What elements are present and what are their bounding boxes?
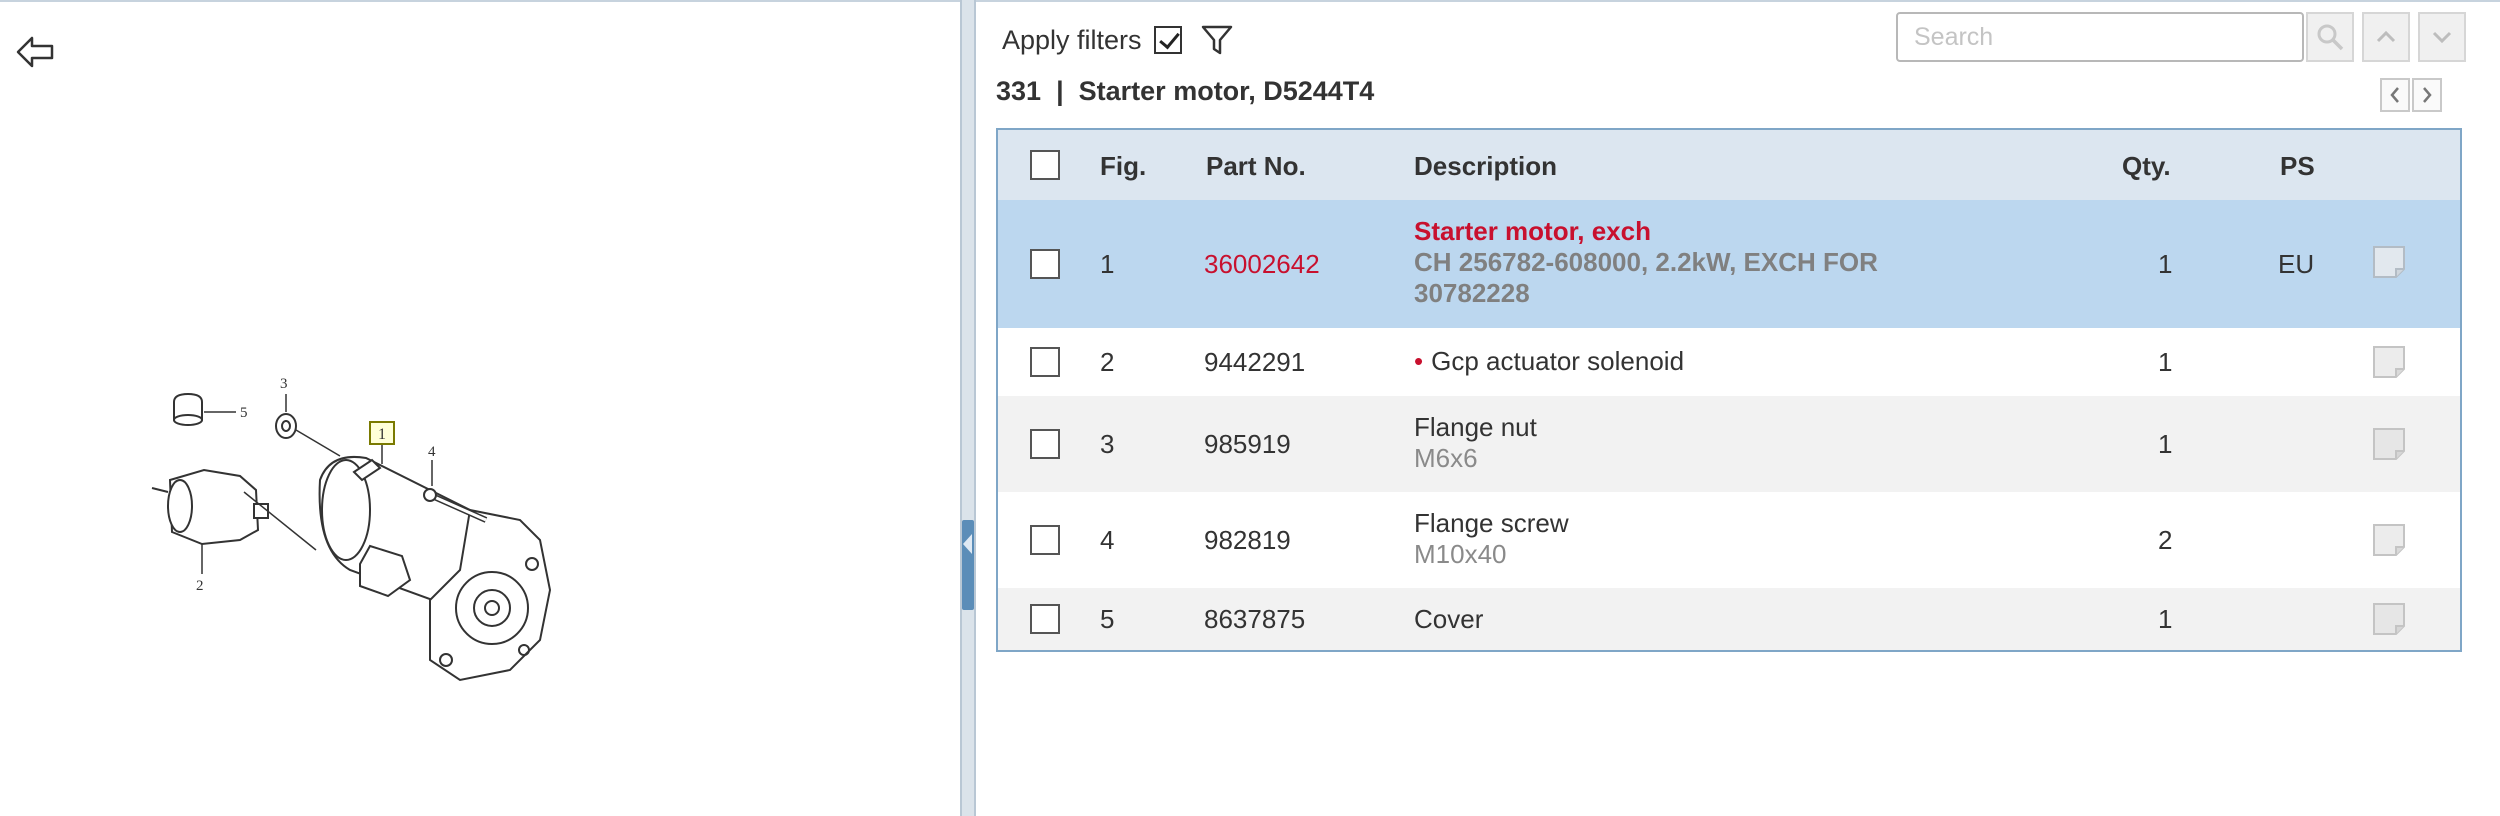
note-icon[interactable] [2372, 602, 2406, 636]
next-result-button[interactable] [2418, 12, 2466, 62]
row-fig: 1 [1100, 249, 1115, 279]
table-row[interactable]: 3 985919 Flange nut M6x6 1 [998, 396, 2460, 492]
row-checkbox[interactable] [1030, 249, 1060, 279]
row-description-detail-cont: 30782228 [1414, 278, 1530, 308]
row-description-title: Flange screw [1414, 508, 1569, 538]
row-description-detail: M10x40 [1414, 539, 1507, 569]
row-qty: 1 [2158, 347, 2173, 377]
note-icon[interactable] [2372, 245, 2406, 279]
panel-splitter[interactable] [960, 0, 976, 816]
row-description-title: Flange nut [1414, 412, 1537, 442]
filter-funnel-icon[interactable] [1200, 23, 1234, 57]
table-row[interactable]: 4 982819 Flange screw M10x40 2 [998, 492, 2460, 588]
chevron-down-icon [2432, 31, 2452, 44]
row-part-no[interactable]: 982819 [1204, 525, 1291, 556]
table-row[interactable]: 5 8637875 Cover 1 [998, 588, 2460, 650]
row-description: Starter motor, exch CH 256782-608000, 2.… [1414, 216, 1878, 309]
callout-4[interactable]: 4 [428, 444, 436, 460]
previous-section-button[interactable] [2380, 78, 2410, 112]
parts-table: Fig. Part No. Description Qty. PS 1 3600… [996, 128, 2462, 652]
row-part-no[interactable]: 8637875 [1204, 604, 1305, 635]
table-row[interactable]: 1 36002642 Starter motor, exch CH 256782… [998, 200, 2460, 328]
callout-1[interactable]: 1 [378, 426, 386, 443]
row-part-no[interactable]: 36002642 [1204, 249, 1320, 280]
search-button[interactable] [2306, 12, 2354, 62]
back-arrow-icon[interactable] [14, 30, 58, 74]
row-description: Flange screw M10x40 [1414, 508, 1569, 570]
column-header-description[interactable]: Description [1414, 151, 1557, 182]
chevron-up-icon [2376, 30, 2396, 43]
row-part-no[interactable]: 985919 [1204, 429, 1291, 460]
row-checkbox[interactable] [1030, 525, 1060, 555]
row-description-detail: CH 256782-608000, 2.2kW, EXCH FOR [1414, 247, 1878, 277]
previous-result-button[interactable] [2362, 12, 2410, 62]
table-row[interactable]: 2 9442291 • Gcp actuator solenoid 1 [998, 328, 2460, 396]
row-checkbox[interactable] [1030, 604, 1060, 634]
apply-filters-label: Apply filters [1002, 24, 1142, 55]
callout-3[interactable]: 3 [280, 376, 288, 392]
row-bullet: • [1414, 346, 1424, 376]
section-heading: 331 | Starter motor, D5244T4 [996, 76, 1374, 107]
chevron-right-icon [2423, 87, 2432, 103]
apply-filters-checkbox[interactable] [1153, 26, 1182, 54]
note-icon[interactable] [2372, 345, 2406, 379]
chevron-left-icon [2390, 87, 2399, 103]
row-fig: 2 [1100, 347, 1115, 377]
row-checkbox[interactable] [1030, 347, 1060, 377]
row-description-detail: M6x6 [1414, 443, 1478, 473]
note-icon[interactable] [2372, 523, 2406, 557]
row-description: Flange nut M6x6 [1414, 412, 1537, 474]
section-separator: | [1056, 76, 1064, 106]
row-fig: 5 [1100, 604, 1115, 634]
row-description-title: Starter motor, exch [1414, 216, 1651, 246]
callout-2[interactable]: 2 [196, 578, 204, 594]
row-qty: 1 [2158, 429, 2173, 459]
column-header-qty[interactable]: Qty. [2122, 151, 2171, 182]
column-header-ps[interactable]: PS [2280, 151, 2315, 182]
search-icon [2317, 24, 2344, 51]
row-fig: 4 [1100, 525, 1115, 555]
next-section-button[interactable] [2412, 78, 2442, 112]
note-icon[interactable] [2372, 427, 2406, 461]
row-part-no[interactable]: 9442291 [1204, 347, 1305, 378]
row-qty: 2 [2158, 525, 2173, 555]
row-checkbox[interactable] [1030, 429, 1060, 459]
section-number: 331 [996, 76, 1042, 106]
row-description-title: Cover [1414, 604, 1484, 634]
column-header-fig[interactable]: Fig. [1100, 151, 1146, 182]
select-all-checkbox[interactable] [1030, 150, 1060, 180]
collapse-arrow-icon[interactable] [963, 534, 972, 554]
column-header-part-no[interactable]: Part No. [1206, 151, 1306, 182]
search-input[interactable] [1896, 12, 2304, 62]
starter-motor-diagram[interactable]: 1 3 5 4 2 [140, 360, 620, 720]
callout-5[interactable]: 5 [240, 405, 248, 421]
row-qty: 1 [2158, 604, 2173, 634]
row-qty: 1 [2158, 249, 2173, 279]
row-description-title: Gcp actuator solenoid [1431, 346, 1685, 376]
row-ps: EU [2278, 249, 2315, 279]
table-header: Fig. Part No. Description Qty. PS [998, 130, 2460, 202]
row-description: • Gcp actuator solenoid [1414, 346, 1684, 377]
filter-bar: Apply filters [1002, 20, 1234, 60]
section-title: Starter motor, D5244T4 [1078, 76, 1375, 106]
row-fig: 3 [1100, 429, 1115, 459]
